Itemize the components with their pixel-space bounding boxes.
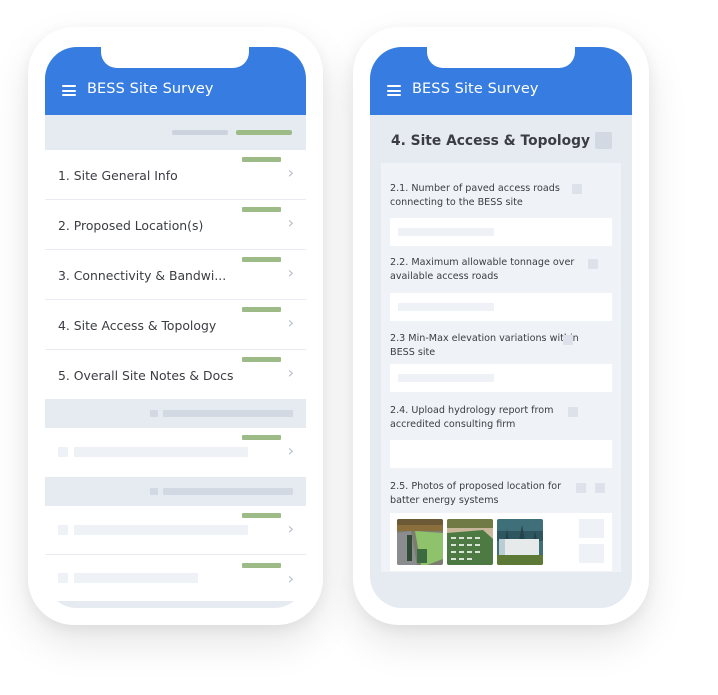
app-header: BESS Site Survey <box>370 47 632 115</box>
progress-placeholder <box>172 130 228 135</box>
phone-mockup-section-list: BESS Site Survey 1. Site General Info › … <box>28 27 323 625</box>
status-complete-indicator <box>242 307 281 312</box>
placeholder-icon <box>150 488 158 495</box>
section-complete-checkbox[interactable] <box>595 132 612 149</box>
phone-notch <box>101 47 249 68</box>
chevron-right-icon: › <box>287 519 294 538</box>
phone-mockup-section-form: BESS Site Survey 4. Site Access & Topolo… <box>353 27 649 625</box>
question-label: 2.4. Upload hydrology report from accred… <box>390 405 554 430</box>
section-row-proposed-locations[interactable]: 2. Proposed Location(s) › <box>45 200 306 250</box>
question-label: 2.5. Photos of proposed location for bat… <box>390 481 562 506</box>
section-label: 2. Proposed Location(s) <box>58 218 204 233</box>
placeholder-row[interactable]: › <box>45 556 306 606</box>
status-complete-indicator <box>242 207 281 212</box>
placeholder-section-header <box>45 399 306 428</box>
chevron-right-icon: › <box>287 213 294 232</box>
input-placeholder <box>398 303 494 311</box>
placeholder-text <box>163 410 293 417</box>
photo-options-button[interactable] <box>579 544 604 563</box>
status-complete-indicator <box>242 563 281 568</box>
section-row-site-access[interactable]: 4. Site Access & Topology › <box>45 300 306 350</box>
placeholder-text <box>74 573 198 583</box>
section-label: 1. Site General Info <box>58 168 178 183</box>
answer-input[interactable] <box>390 293 612 321</box>
section-label: 4. Site Access & Topology <box>58 318 217 333</box>
status-complete-indicator <box>242 513 281 518</box>
status-complete-indicator <box>242 357 281 362</box>
menu-icon[interactable] <box>387 85 401 96</box>
section-label: 3. Connectivity & Bandwi... <box>58 268 227 283</box>
progress-complete-indicator <box>236 130 292 135</box>
placeholder-icon <box>58 573 68 583</box>
question-label: 2.3 Min-Max elevation variations within … <box>390 333 579 358</box>
placeholder-row[interactable]: › <box>45 428 306 476</box>
battery-yard-photo-1[interactable] <box>397 519 443 565</box>
add-photo-button[interactable] <box>579 519 604 538</box>
app-title: BESS Site Survey <box>412 81 539 97</box>
status-complete-indicator <box>242 157 281 162</box>
section-title: 4. Site Access & Topology <box>391 133 591 149</box>
section-label: 5. Overall Site Notes & Docs <box>58 368 234 383</box>
section-row-site-notes[interactable]: 5. Overall Site Notes & Docs › <box>45 350 306 399</box>
file-upload-field[interactable] <box>390 440 612 468</box>
app-header: BESS Site Survey <box>45 47 306 115</box>
input-placeholder <box>398 374 494 382</box>
section-row-site-general-info[interactable]: 1. Site General Info › <box>45 150 306 200</box>
placeholder-text <box>74 447 248 457</box>
screen: BESS Site Survey 1. Site General Info › … <box>45 47 306 608</box>
placeholder-row[interactable]: › <box>45 506 306 555</box>
placeholder-section-header <box>45 477 306 506</box>
question-checkbox[interactable] <box>588 259 598 269</box>
chevron-right-icon: › <box>287 569 294 588</box>
question-label: 2.1. Number of paved access roads connec… <box>390 183 560 208</box>
phone-notch <box>427 47 575 68</box>
battery-yard-photo-2[interactable] <box>447 519 493 565</box>
question-checkbox[interactable] <box>595 483 605 493</box>
status-complete-indicator <box>242 435 281 440</box>
question-checkbox[interactable] <box>568 407 578 417</box>
placeholder-icon <box>150 410 158 417</box>
progress-summary-bar <box>45 115 306 150</box>
menu-icon[interactable] <box>62 85 76 96</box>
placeholder-text <box>74 525 248 535</box>
question-checkbox[interactable] <box>576 483 586 493</box>
chevron-right-icon: › <box>287 313 294 332</box>
input-placeholder <box>398 228 494 236</box>
question-checkbox[interactable] <box>563 335 573 345</box>
question-checkbox[interactable] <box>572 184 582 194</box>
placeholder-icon <box>58 525 68 535</box>
chevron-right-icon: › <box>287 441 294 460</box>
answer-input[interactable] <box>390 218 612 246</box>
list-footer <box>45 601 306 608</box>
photo-gallery <box>390 513 612 571</box>
battery-yard-photo-3[interactable] <box>497 519 543 565</box>
question-label: 2.2. Maximum allowable tonnage over avai… <box>390 257 575 282</box>
placeholder-icon <box>58 447 68 457</box>
form-card: 2.1. Number of paved access roads connec… <box>381 163 621 572</box>
screen: BESS Site Survey 4. Site Access & Topolo… <box>370 47 632 608</box>
chevron-right-icon: › <box>287 163 294 182</box>
status-complete-indicator <box>242 257 281 262</box>
answer-input[interactable] <box>390 364 612 392</box>
chevron-right-icon: › <box>287 363 294 382</box>
section-row-connectivity[interactable]: 3. Connectivity & Bandwi... › <box>45 250 306 300</box>
placeholder-text <box>163 488 293 495</box>
app-title: BESS Site Survey <box>87 81 214 97</box>
chevron-right-icon: › <box>287 263 294 282</box>
